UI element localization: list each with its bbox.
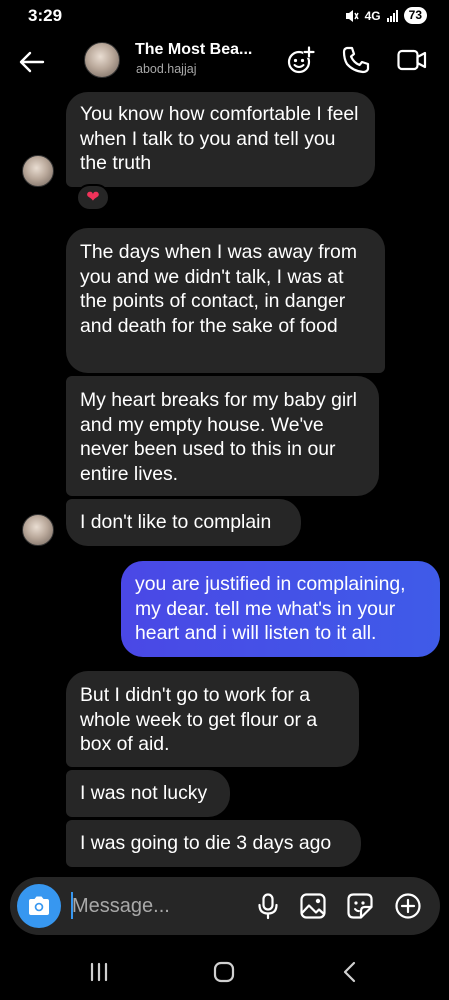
back-arrow-icon[interactable] xyxy=(16,46,48,78)
message-bubble[interactable]: You know how comfortable I feel when I t… xyxy=(66,92,375,187)
message-text: But I didn't go to work for a whole week… xyxy=(80,684,318,755)
status-bar: 3:29 4G 73 xyxy=(0,0,449,34)
phone-icon[interactable] xyxy=(340,44,372,76)
contact-name[interactable]: The Most Bea... xyxy=(135,41,252,59)
message-text: I don't like to complain xyxy=(80,511,272,533)
message-text: My heart breaks for my baby girl and my … xyxy=(80,389,357,485)
system-nav-bar xyxy=(0,945,449,1000)
sticker-icon[interactable] xyxy=(346,892,374,920)
sender-avatar[interactable] xyxy=(22,155,54,187)
message-bubble[interactable]: I was going to die 3 days ago xyxy=(66,820,361,867)
status-time: 3:29 xyxy=(28,6,63,25)
signal-icon xyxy=(386,9,398,22)
sender-avatar[interactable] xyxy=(22,514,54,546)
camera-icon xyxy=(29,896,49,915)
message-text: You know how comfortable I feel when I t… xyxy=(80,103,359,174)
video-effects-icon[interactable] xyxy=(285,44,317,76)
contact-username[interactable]: abod.hajjaj xyxy=(136,62,196,76)
message-text: The days when I was away from you and we… xyxy=(80,241,357,337)
gallery-icon[interactable] xyxy=(299,892,327,920)
recent-apps-icon[interactable] xyxy=(86,959,112,985)
microphone-icon[interactable] xyxy=(254,892,282,920)
network-type: 4G xyxy=(364,8,381,23)
message-bubble-outgoing[interactable]: you are justified in complaining, my dea… xyxy=(121,561,440,657)
message-bubble[interactable]: I was not lucky xyxy=(66,770,230,817)
video-camera-icon[interactable] xyxy=(396,44,428,76)
message-input[interactable] xyxy=(72,892,242,920)
reaction-badge[interactable]: ❤ xyxy=(76,184,110,211)
message-text: I was not lucky xyxy=(80,782,208,804)
battery-indicator: 73 xyxy=(403,7,427,24)
chat-header: The Most Bea... abod.hajjaj xyxy=(0,34,449,90)
mute-icon xyxy=(345,9,359,22)
contact-avatar[interactable] xyxy=(84,42,120,78)
plus-icon[interactable] xyxy=(394,892,422,920)
message-bubble[interactable]: My heart breaks for my baby girl and my … xyxy=(66,376,379,496)
home-icon[interactable] xyxy=(211,959,237,985)
heart-reaction-icon: ❤ xyxy=(86,188,100,206)
message-bubble[interactable]: The days when I was away from you and we… xyxy=(66,228,385,373)
camera-button[interactable] xyxy=(17,884,61,928)
message-composer xyxy=(10,877,440,935)
message-text: you are justified in complaining, my dea… xyxy=(135,573,406,644)
message-bubble[interactable]: I don't like to complain xyxy=(66,499,301,546)
back-icon[interactable] xyxy=(337,959,363,985)
message-text: I was going to die 3 days ago xyxy=(80,832,332,854)
status-icons: 4G 73 xyxy=(344,7,427,24)
message-bubble[interactable]: But I didn't go to work for a whole week… xyxy=(66,671,359,767)
